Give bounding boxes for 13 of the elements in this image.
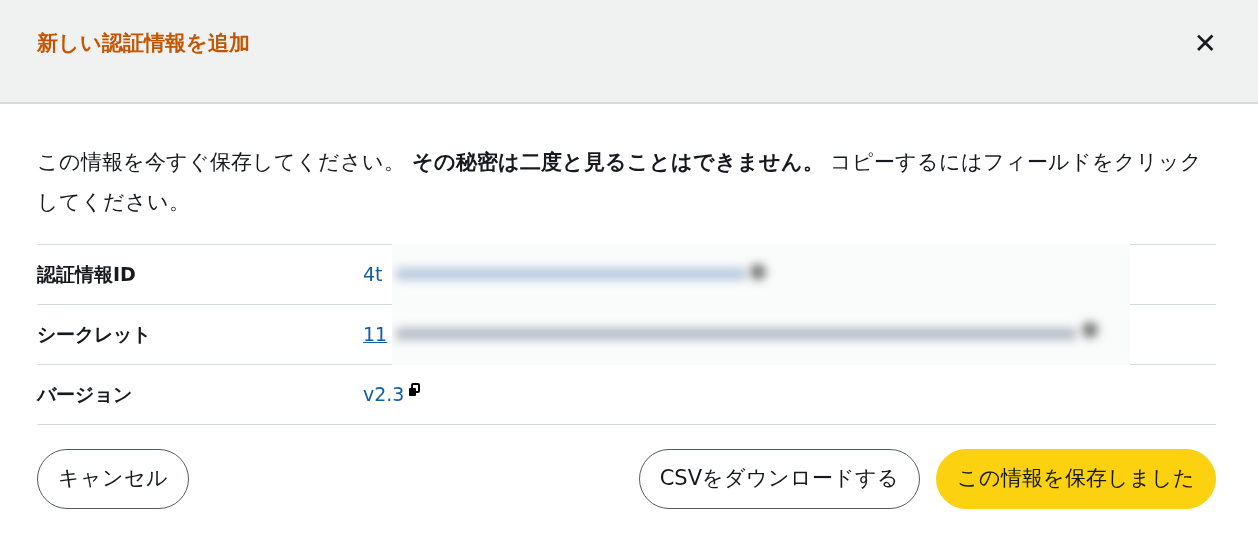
field-label: 認証情報ID (37, 262, 137, 288)
instruction-text: この情報を今すぐ保存してください。 その秘密は二度と見ることはできません。 コピーするにはフィールドをクリックしてください。 (37, 149, 1204, 216)
field-value[interactable]: 11 (363, 320, 388, 349)
dialog-title: 新しい認証情報を追加 (37, 30, 250, 57)
action-button[interactable]: キャンセル (37, 449, 189, 509)
action-button[interactable]: CSVをダウンロードする (638, 449, 920, 509)
field-label: シークレット (37, 322, 152, 348)
field-value[interactable]: 4t (363, 260, 383, 289)
close-button[interactable]: ✕ (1189, 30, 1221, 58)
field-label: バージョン (37, 382, 133, 408)
action-button[interactable]: この情報を保存しました (936, 449, 1216, 509)
copy-icon[interactable] (408, 382, 421, 397)
field-value[interactable]: v2.3 (363, 380, 405, 409)
